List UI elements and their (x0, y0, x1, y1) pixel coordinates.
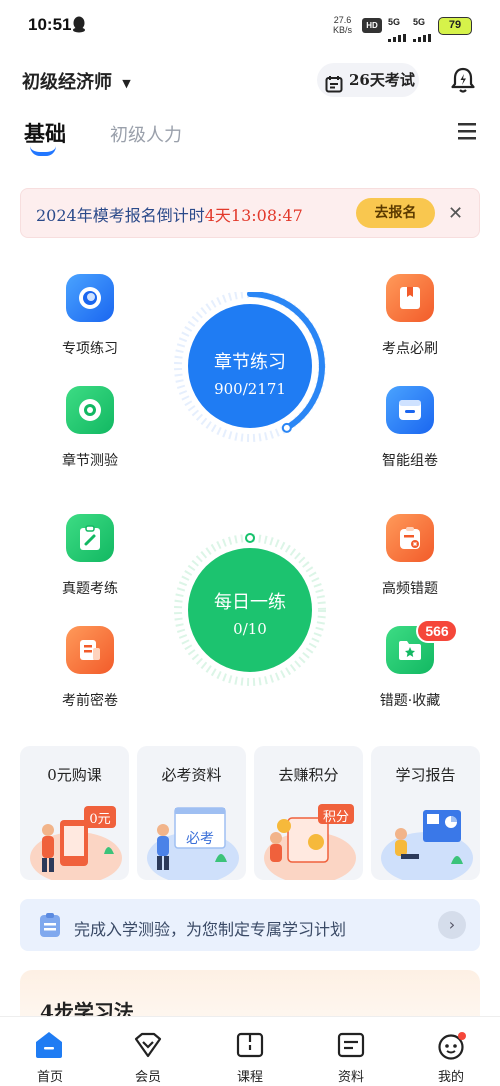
qq-icon (72, 16, 86, 37)
nav-materials-label: 资料 (337, 1070, 364, 1085)
signal-label-1: 5G (388, 17, 401, 27)
countdown-prefix: 2024年模考报名倒计时 (36, 206, 205, 225)
diamond-icon (134, 1032, 162, 1062)
document-icon (66, 626, 114, 674)
error-count-badge: 566 (416, 619, 458, 643)
countdown-timer: 4天13:08:47 (204, 206, 303, 225)
exam-days-label: 26天考试 (349, 71, 415, 89)
signal-label-2: 5G (413, 17, 426, 27)
signal-icon-2 (413, 27, 433, 46)
daily-practice-title: 每日一练 (214, 592, 286, 613)
daily-practice-progress: 0/10 (233, 620, 267, 638)
signal-icon-1 (388, 27, 408, 46)
tab-hr[interactable]: 初级人力 (110, 121, 182, 147)
smart-paper-item[interactable]: 智能组卷 (350, 386, 470, 470)
chapter-practice-progress: 900/2171 (214, 380, 286, 398)
special-practice-label: 专项练习 (62, 341, 118, 357)
nav-profile[interactable]: 我的 (401, 1016, 500, 1086)
exam-materials-title: 必考资料 (161, 766, 222, 784)
special-practice-item[interactable]: 专项练习 (30, 274, 150, 358)
book-icon (386, 274, 434, 322)
chapter-practice-title: 章节练习 (214, 352, 286, 373)
hd-icon: HD (362, 18, 382, 33)
smart-paper-label: 智能组卷 (382, 453, 438, 469)
face-icon (437, 1032, 467, 1064)
earn-points-title: 去赚积分 (278, 766, 339, 784)
target-icon (66, 274, 114, 322)
caret-down-icon: ▼ (122, 76, 131, 90)
record-icon (66, 386, 114, 434)
calendar-icon (325, 71, 343, 105)
exam-materials-tag: 必考 (186, 831, 214, 847)
chevron-right-icon[interactable]: › (438, 911, 466, 939)
notification-bell-icon[interactable] (450, 66, 476, 98)
register-button[interactable]: 去报名 (356, 198, 435, 228)
exam-name: 初级经济师 (22, 72, 112, 93)
chapter-practice-circle[interactable]: 章节练习 900/2171 (171, 292, 331, 452)
chapter-test-label: 章节测验 (62, 453, 118, 469)
paper-icon (386, 386, 434, 434)
close-icon[interactable]: ✕ (448, 203, 463, 224)
exam-selector[interactable]: 初级经济师 ▼ (22, 68, 131, 94)
status-bar: 10:51 27.6 KB/s HD 5G 5G 79 (0, 0, 500, 52)
clock: 10:51 (28, 15, 72, 34)
past-exam-label: 真题考练 (62, 581, 118, 597)
key-points-item[interactable]: 考点必刷 (350, 274, 470, 358)
entrance-test-text: 完成入学测验，为您制定专属学习计划 (74, 920, 347, 939)
study-report-illustration (381, 810, 473, 880)
net-speed: 27.6 KB/s (333, 15, 353, 35)
nav-home-label: 首页 (36, 1070, 63, 1085)
free-course-title: 0元购课 (47, 766, 102, 784)
chapter-test-item[interactable]: 章节测验 (30, 386, 150, 470)
folder-icon (337, 1032, 365, 1062)
tab-active-indicator (30, 146, 56, 156)
tab-basic[interactable]: 基础 (24, 118, 66, 148)
home-icon (34, 1030, 64, 1064)
study-report-title: 学习报告 (395, 766, 456, 784)
daily-practice-circle[interactable]: 每日一练 0/10 (171, 532, 331, 692)
secret-paper-label: 考前密卷 (62, 693, 118, 709)
nav-profile-label: 我的 (437, 1070, 464, 1085)
clipboard-icon (66, 514, 114, 562)
earn-points-tag: 积分 (322, 810, 349, 825)
frequent-errors-item[interactable]: 高频错题 (350, 514, 470, 598)
secret-paper-item[interactable]: 考前密卷 (30, 626, 150, 710)
key-points-label: 考点必刷 (382, 341, 438, 357)
nav-home[interactable]: 首页 (0, 1016, 100, 1086)
nav-course-label: 课程 (236, 1070, 263, 1085)
exam-countdown-chip[interactable]: 26天考试 (317, 63, 419, 97)
checklist-icon (38, 912, 62, 942)
nav-materials[interactable]: 资料 (301, 1016, 401, 1086)
free-course-tag: 0元 (89, 812, 111, 827)
error-collection-label: 错题·收藏 (379, 693, 441, 709)
past-exam-item[interactable]: 真题考练 (30, 514, 150, 598)
error-clipboard-icon (386, 514, 434, 562)
nav-course[interactable]: 课程 (200, 1016, 300, 1086)
menu-icon[interactable] (456, 120, 478, 146)
frequent-errors-label: 高频错题 (382, 581, 438, 597)
battery-indicator: 79 (438, 17, 472, 35)
nav-member-label: 会员 (134, 1070, 161, 1085)
nav-member[interactable]: 会员 (98, 1016, 198, 1086)
countdown-text: 2024年模考报名倒计时4天13:08:47 (36, 202, 303, 226)
book-open-icon (236, 1032, 264, 1062)
